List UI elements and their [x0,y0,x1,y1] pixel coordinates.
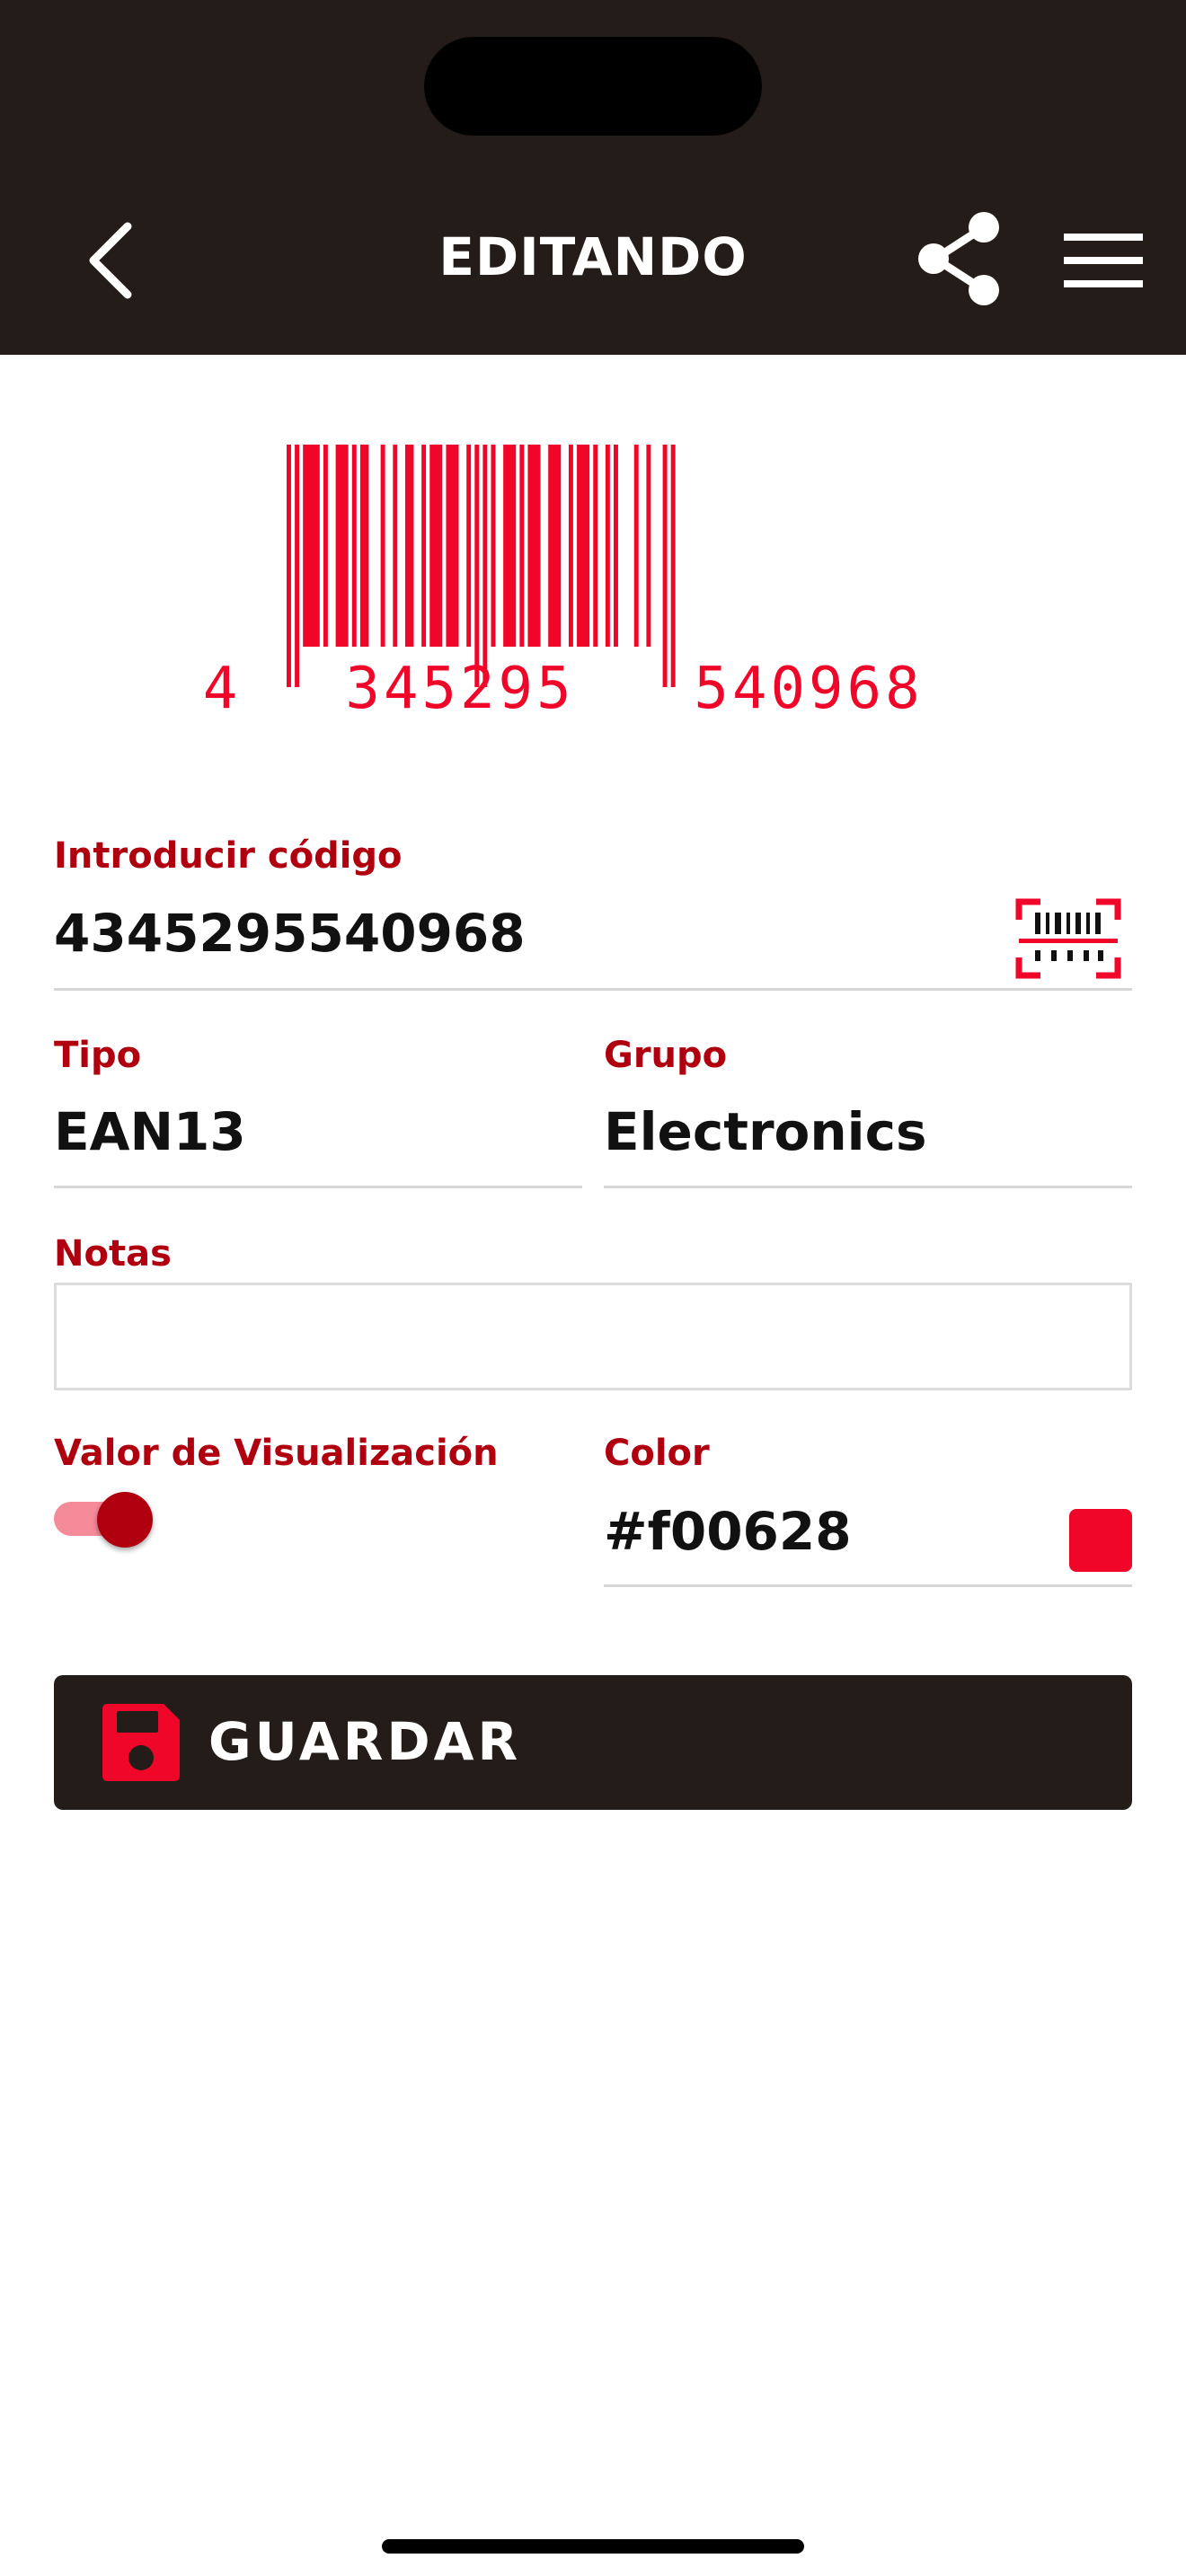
barcode-digit-first: 4 [203,656,238,722]
share-icon [918,212,999,305]
color-swatch[interactable] [1069,1509,1132,1572]
color-label: Color [604,1433,710,1474]
barcode-bar [552,445,557,647]
save-button-label: GUARDAR [208,1711,522,1772]
barcode-bar [340,445,345,647]
group-label: Grupo [604,1035,728,1076]
barcode-bar [438,445,443,647]
barcode-scan-icon [1015,898,1121,979]
barcode-guard-bar [287,445,291,687]
barcode-bar [306,445,312,647]
code-input[interactable]: 4345295540968 [54,903,526,964]
barcode-bar [343,445,349,647]
barcode-bar [548,445,553,647]
barcode-bar [364,445,369,647]
barcode-bar [446,445,451,647]
barcode-bar [311,445,316,647]
barcode-digits-left: 345295 [345,656,574,722]
barcode-bar [503,445,509,647]
display-value-label: Valor de Visualización [54,1433,499,1474]
barcode-bar [314,445,320,647]
barcode-bar [646,445,651,647]
chevron-left-icon [89,222,132,299]
barcode-bar [351,445,357,647]
toggle-thumb [97,1492,153,1548]
notes-input[interactable] [54,1283,1132,1390]
barcode-bar [605,445,610,647]
barcode-guard-bar [295,445,300,687]
barcode-bar [323,445,328,647]
barcode-preview: 4 345295 540968 [203,445,923,722]
barcode-bar [532,445,536,647]
barcode-bar [433,445,438,647]
back-button[interactable] [72,207,162,314]
group-select[interactable]: Electronics [604,1101,926,1162]
barcode-bar [585,445,590,647]
hamburger-menu-icon [1064,234,1143,287]
color-underline [604,1584,1132,1587]
barcode-bar [519,445,525,647]
barcode-bar [527,445,533,647]
barcode-bar [556,445,562,647]
menu-button[interactable] [1060,225,1150,296]
page-title: EDITANDO [438,226,748,287]
type-select[interactable]: EAN13 [54,1101,246,1162]
type-label: Tipo [54,1035,142,1076]
barcode-bar [593,445,598,647]
notes-label: Notas [54,1233,172,1275]
barcode-bar [421,445,427,647]
barcode-bar [614,445,618,647]
code-underline [54,988,1132,991]
barcode-digits-right: 540968 [694,656,923,722]
group-underline [604,1186,1132,1188]
home-indicator [382,2539,804,2554]
barcode-guard-bar [474,445,480,687]
app-header: EDITANDO [0,0,1186,355]
barcode-bar [404,445,410,647]
color-input[interactable]: #f00628 [604,1501,852,1562]
barcode-guard-bar [670,445,676,687]
barcode-bar [359,445,365,647]
barcode-bar [633,445,639,647]
code-label: Introducir código [54,835,403,877]
barcode-guard-bar [482,445,488,687]
floppy-disk-icon [102,1704,180,1781]
share-button[interactable] [912,209,1011,308]
barcode-bar [491,445,496,647]
barcode-bar [568,445,573,647]
barcode-bar [511,445,517,647]
barcode-bar [454,445,459,647]
barcode-guard-bar [662,445,668,687]
display-value-toggle[interactable] [52,1486,158,1551]
dynamic-island [424,37,762,136]
scan-barcode-button[interactable] [1015,898,1121,979]
barcode-bar [380,445,385,647]
barcode-bar [303,445,308,647]
barcode-bar [409,445,414,647]
save-button[interactable]: GUARDAR [54,1675,1132,1810]
barcode-bar [429,445,435,647]
barcode-bar [450,445,455,647]
barcode-bar [535,445,541,647]
barcode-bar [577,445,581,647]
barcode-bar [335,445,341,647]
barcode-bar [466,445,472,647]
barcode-bar [507,445,512,647]
barcode-bar [393,445,398,647]
barcode-bar [580,445,586,647]
type-underline [54,1186,582,1188]
